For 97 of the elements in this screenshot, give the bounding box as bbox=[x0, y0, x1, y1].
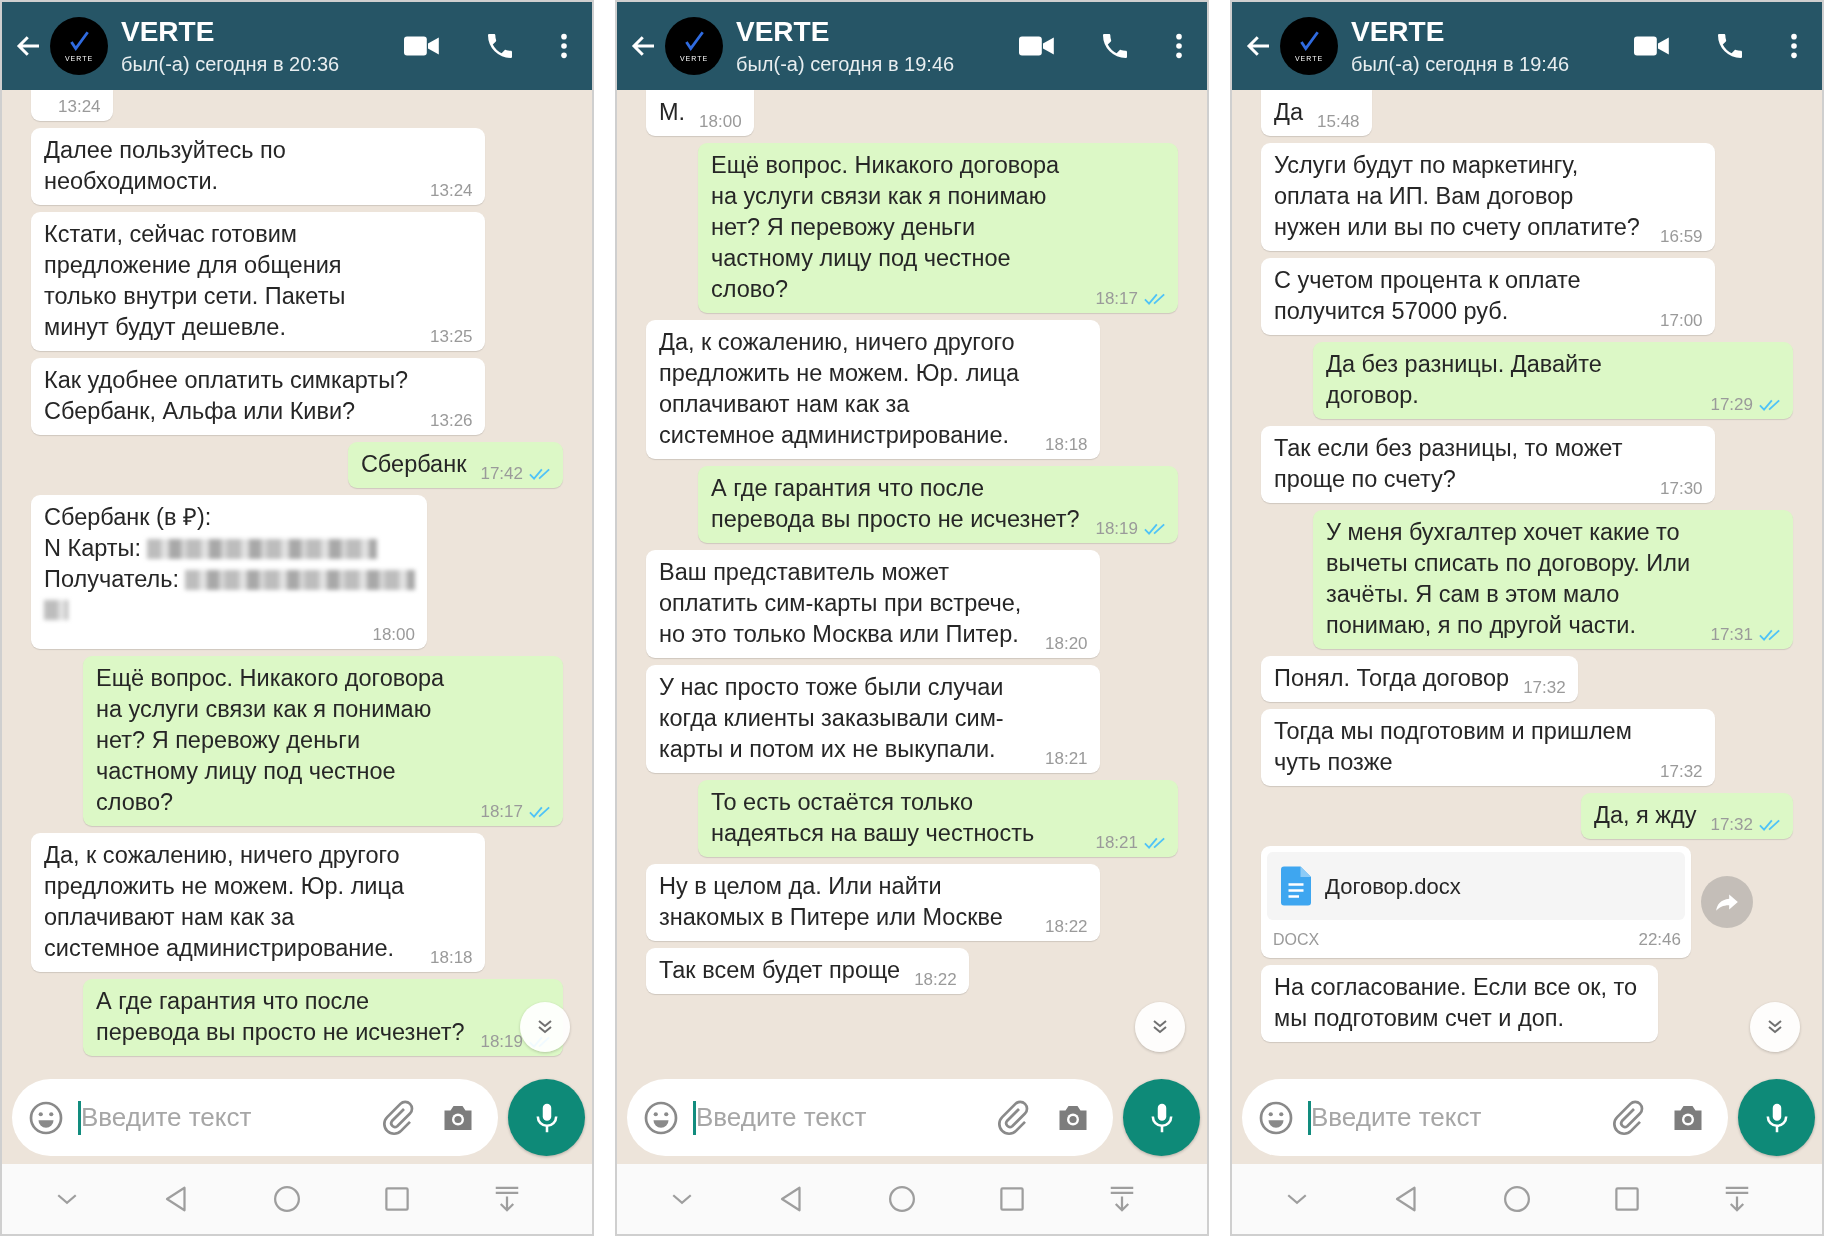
message-time: 18:21 bbox=[1095, 833, 1138, 853]
microphone-button[interactable] bbox=[1738, 1079, 1815, 1156]
message-text: Сбербанк bbox=[360, 450, 467, 479]
home-circle-icon[interactable] bbox=[887, 1184, 917, 1214]
file-name: Договор.docx bbox=[1325, 872, 1461, 901]
contact-name: VERTE bbox=[736, 16, 831, 48]
scroll-down-button[interactable] bbox=[1135, 1002, 1185, 1052]
document-icon bbox=[1281, 866, 1311, 906]
message-text: N Карты: bbox=[44, 534, 141, 563]
text-cursor bbox=[1308, 1100, 1311, 1135]
message-text: Да, к сожалению, ничего другого предложить не можем. Юр. лица оплачивают нам как за системное администрирование. bbox=[44, 841, 405, 963]
recent-apps-icon[interactable] bbox=[997, 1184, 1027, 1214]
message-text: На согласование. Если все ок, то мы подготовим счет и доп. bbox=[1274, 973, 1639, 1033]
message-time: 13:26 bbox=[430, 411, 473, 431]
message-text: Услуги будут по маркетингу, оплата на ИП. Вам договор нужен или вы по счету оплатите? bbox=[1274, 151, 1641, 242]
last-seen-status: был(-а) сегодня в 20:36 bbox=[121, 52, 341, 76]
message-time: 16:59 bbox=[1660, 227, 1703, 247]
message-text: Понял. Тогда договор bbox=[1274, 664, 1510, 693]
microphone-button[interactable] bbox=[508, 1079, 585, 1156]
message-time: 18:22 bbox=[914, 970, 957, 990]
last-seen-status: был(-а) сегодня в 19:46 bbox=[736, 52, 956, 76]
message-text: У нас просто тоже были случаи когда клиенты заказывали сим-карты и потом их не выкупали. bbox=[659, 673, 1005, 764]
paperclip-icon[interactable] bbox=[995, 1099, 1031, 1136]
message-time: 17:32 bbox=[1710, 815, 1753, 835]
message-time: 18:19 bbox=[1095, 519, 1138, 539]
more-options-icon[interactable] bbox=[1790, 32, 1798, 60]
message-time: 15:48 bbox=[1317, 112, 1360, 132]
message-input[interactable]: Введите текст bbox=[1311, 1102, 1610, 1133]
message-text: Сбербанк (в ₽): bbox=[44, 503, 212, 532]
message-time: 18:22 bbox=[1045, 917, 1088, 937]
last-seen-status: был(-а) сегодня в 19:46 bbox=[1351, 52, 1571, 76]
home-circle-icon[interactable] bbox=[272, 1184, 302, 1214]
message-text: Ну в целом да. Или найти знакомых в Питере или Москве bbox=[659, 872, 1004, 932]
message-time: 18:19 bbox=[480, 1032, 523, 1052]
message-time: 17:42 bbox=[480, 464, 523, 484]
message-time: 13:24 bbox=[58, 97, 101, 117]
video-call-icon[interactable] bbox=[1634, 34, 1670, 58]
message-text: Ещё вопрос. Никакого договора на услуги связи как я понимаю нет? Я перевожу деньги частному лицу под честное слово? bbox=[96, 664, 446, 817]
message-text: Ваш представитель может оплатить сим-карты при встрече, но это только Москва или Питер. bbox=[659, 558, 1023, 649]
contact-name: VERTE bbox=[121, 16, 216, 48]
message-time: 17:00 bbox=[1660, 311, 1703, 331]
message-text: А где гарантия что после перевода вы просто не исчезнет? bbox=[96, 987, 466, 1047]
scroll-down-button[interactable] bbox=[1750, 1002, 1800, 1052]
message-text: Да без разницы. Давайте договор. bbox=[1326, 350, 1603, 410]
message-time: 17:31 bbox=[1710, 625, 1753, 645]
file-type: DOCX bbox=[1273, 930, 1320, 950]
message-input[interactable]: Введите текст bbox=[696, 1102, 995, 1133]
message-input[interactable]: Введите текст bbox=[81, 1102, 380, 1133]
message-time: 18:20 bbox=[1045, 634, 1088, 654]
message-text: М. bbox=[659, 98, 686, 127]
message-time: 18:21 bbox=[1045, 749, 1088, 769]
forward-button[interactable] bbox=[1701, 876, 1753, 928]
message-time: 18:17 bbox=[1095, 289, 1138, 309]
emoji-icon[interactable] bbox=[28, 1099, 64, 1136]
message-time: 18:00 bbox=[372, 625, 415, 645]
recent-apps-icon[interactable] bbox=[382, 1184, 412, 1214]
message-text: То есть остаётся только надеяться на вашу честность bbox=[711, 788, 1036, 848]
message-time: 18:18 bbox=[430, 948, 473, 968]
message-text: Так если без разницы, то может проще по счету? bbox=[1274, 434, 1624, 494]
paperclip-icon[interactable] bbox=[380, 1099, 416, 1136]
message-time: 17:30 bbox=[1660, 479, 1703, 499]
message-text: Далее пользуйтесь по необходимости. bbox=[44, 136, 287, 196]
emoji-icon[interactable] bbox=[1258, 1099, 1294, 1136]
more-options-icon[interactable] bbox=[560, 32, 568, 60]
message-time: 22:46 bbox=[1638, 930, 1681, 950]
message-text: Да, я жду bbox=[1593, 801, 1697, 830]
recent-apps-icon[interactable] bbox=[1612, 1184, 1642, 1214]
message-text: Тогда мы подготовим и пришлем чуть позже bbox=[1274, 717, 1633, 777]
emoji-icon[interactable] bbox=[643, 1099, 679, 1136]
microphone-button[interactable] bbox=[1123, 1079, 1200, 1156]
message-text: Ещё вопрос. Никакого договора на услуги связи как я понимаю нет? Я перевожу деньги частному лицу под честное слово? bbox=[711, 151, 1061, 304]
message-text: Так всем будет проще bbox=[659, 956, 901, 985]
message-text: Как удобнее оплатить симкарты? Сбербанк, Альфа или Киви? bbox=[44, 366, 410, 426]
message-time: 18:17 bbox=[480, 802, 523, 822]
message-text: Да bbox=[1274, 98, 1303, 127]
video-call-icon[interactable] bbox=[404, 34, 440, 58]
message-text: У меня бухгалтер хочет какие то вычеты списать по договору. Или зачёты. Я сам в этом мало понимаю, я по другой части. bbox=[1326, 518, 1692, 640]
more-options-icon[interactable] bbox=[1175, 32, 1183, 60]
message-time: 18:00 bbox=[699, 112, 742, 132]
message-time: 18:18 bbox=[1045, 435, 1088, 455]
message-text: А где гарантия что после перевода вы просто не исчезнет? bbox=[711, 474, 1081, 534]
message-time: 17:32 bbox=[1523, 678, 1566, 698]
text-cursor bbox=[78, 1100, 81, 1135]
contact-name: VERTE bbox=[1351, 16, 1446, 48]
message-time: 17:29 bbox=[1710, 395, 1753, 415]
message-time: 17:32 bbox=[1660, 762, 1703, 782]
message-time: 13:25 bbox=[430, 327, 473, 347]
text-cursor bbox=[693, 1100, 696, 1135]
document-message[interactable]: Договор.docx DOCX 22:46 bbox=[1261, 846, 1691, 958]
message-text: Получатель: bbox=[44, 565, 179, 594]
paperclip-icon[interactable] bbox=[1610, 1099, 1646, 1136]
video-call-icon[interactable] bbox=[1019, 34, 1055, 58]
home-circle-icon[interactable] bbox=[1502, 1184, 1532, 1214]
message-text: С учетом процента к оплате получится 57000 руб. bbox=[1274, 266, 1582, 326]
message-time: 13:24 bbox=[430, 181, 473, 201]
message-text: Да, к сожалению, ничего другого предложить не можем. Юр. лица оплачивают нам как за системное администрирование. bbox=[659, 328, 1020, 450]
message-text: Кстати, сейчас готовим предложение для общения только внутри сети. Пакеты минут будут дешевле. bbox=[44, 220, 347, 342]
